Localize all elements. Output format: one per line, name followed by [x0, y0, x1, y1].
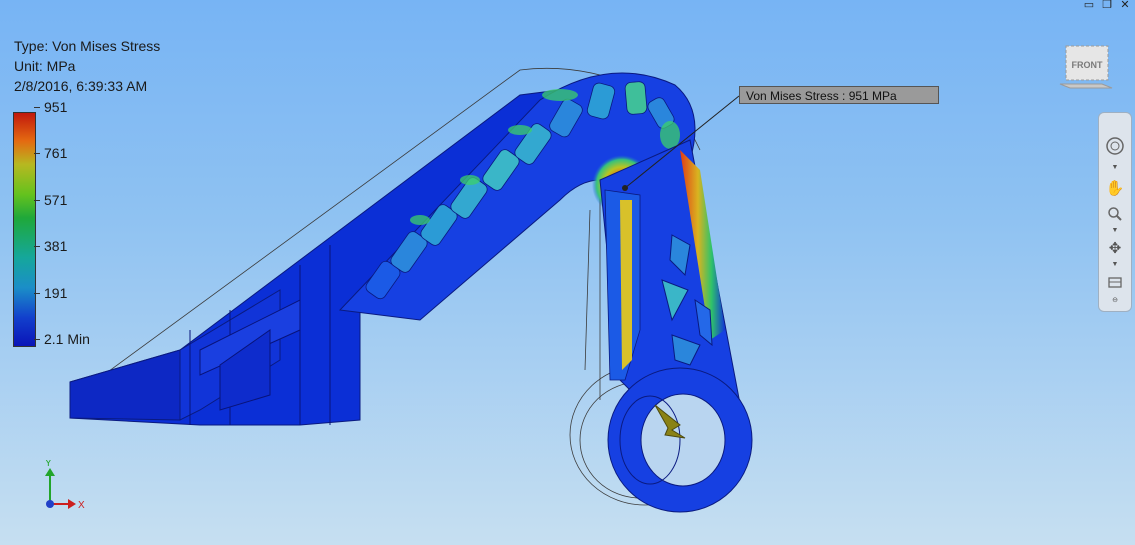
x-axis-label: X: [78, 500, 85, 511]
zoom-icon[interactable]: [1103, 203, 1127, 225]
orbit-icon[interactable]: ✥: [1103, 237, 1127, 259]
steering-wheel-icon[interactable]: [1103, 135, 1127, 157]
result-type: Type: Von Mises Stress: [14, 38, 161, 54]
look-at-icon[interactable]: [1103, 271, 1127, 293]
stress-color-scale: [13, 112, 36, 347]
scale-tick: 191: [34, 285, 67, 301]
pan-icon[interactable]: ✋: [1103, 177, 1127, 199]
chevron-down-icon[interactable]: ▼: [1110, 164, 1120, 172]
chevron-down-icon[interactable]: ▼: [1110, 261, 1120, 269]
probe-point-icon: [622, 185, 628, 191]
coordinate-triad: Y X: [45, 460, 85, 511]
chevron-down-icon[interactable]: ▼: [1110, 227, 1120, 235]
result-timestamp: 2/8/2016, 6:39:33 AM: [14, 78, 148, 94]
scale-tick: 381: [34, 238, 67, 254]
scale-tick: 761: [34, 145, 67, 161]
scale-tick: 2.1 Min: [34, 331, 90, 347]
scale-tick: 951: [34, 99, 67, 115]
result-legend: Type: Von Mises Stress Unit: MPa 2/8/201…: [14, 36, 160, 96]
customize-icon[interactable]: ⊖: [1110, 297, 1120, 305]
stress-model-view[interactable]: [0, 0, 1135, 545]
bracket-leg: [599, 139, 753, 513]
color-scale-ticks: 951 761 571 381 191 2.1 Min: [34, 99, 104, 350]
y-axis-label: Y: [45, 460, 52, 469]
probe-label[interactable]: Von Mises Stress : 951 MPa: [739, 86, 939, 104]
result-unit: Unit: MPa: [14, 58, 76, 74]
scale-tick: 571: [34, 192, 67, 208]
viewcube-face-label: FRONT: [1072, 60, 1103, 70]
navigation-bar: ▼ ✋ ▼ ✥ ▼ ⊖: [1098, 112, 1132, 312]
viewcube[interactable]: FRONT: [1058, 40, 1114, 90]
